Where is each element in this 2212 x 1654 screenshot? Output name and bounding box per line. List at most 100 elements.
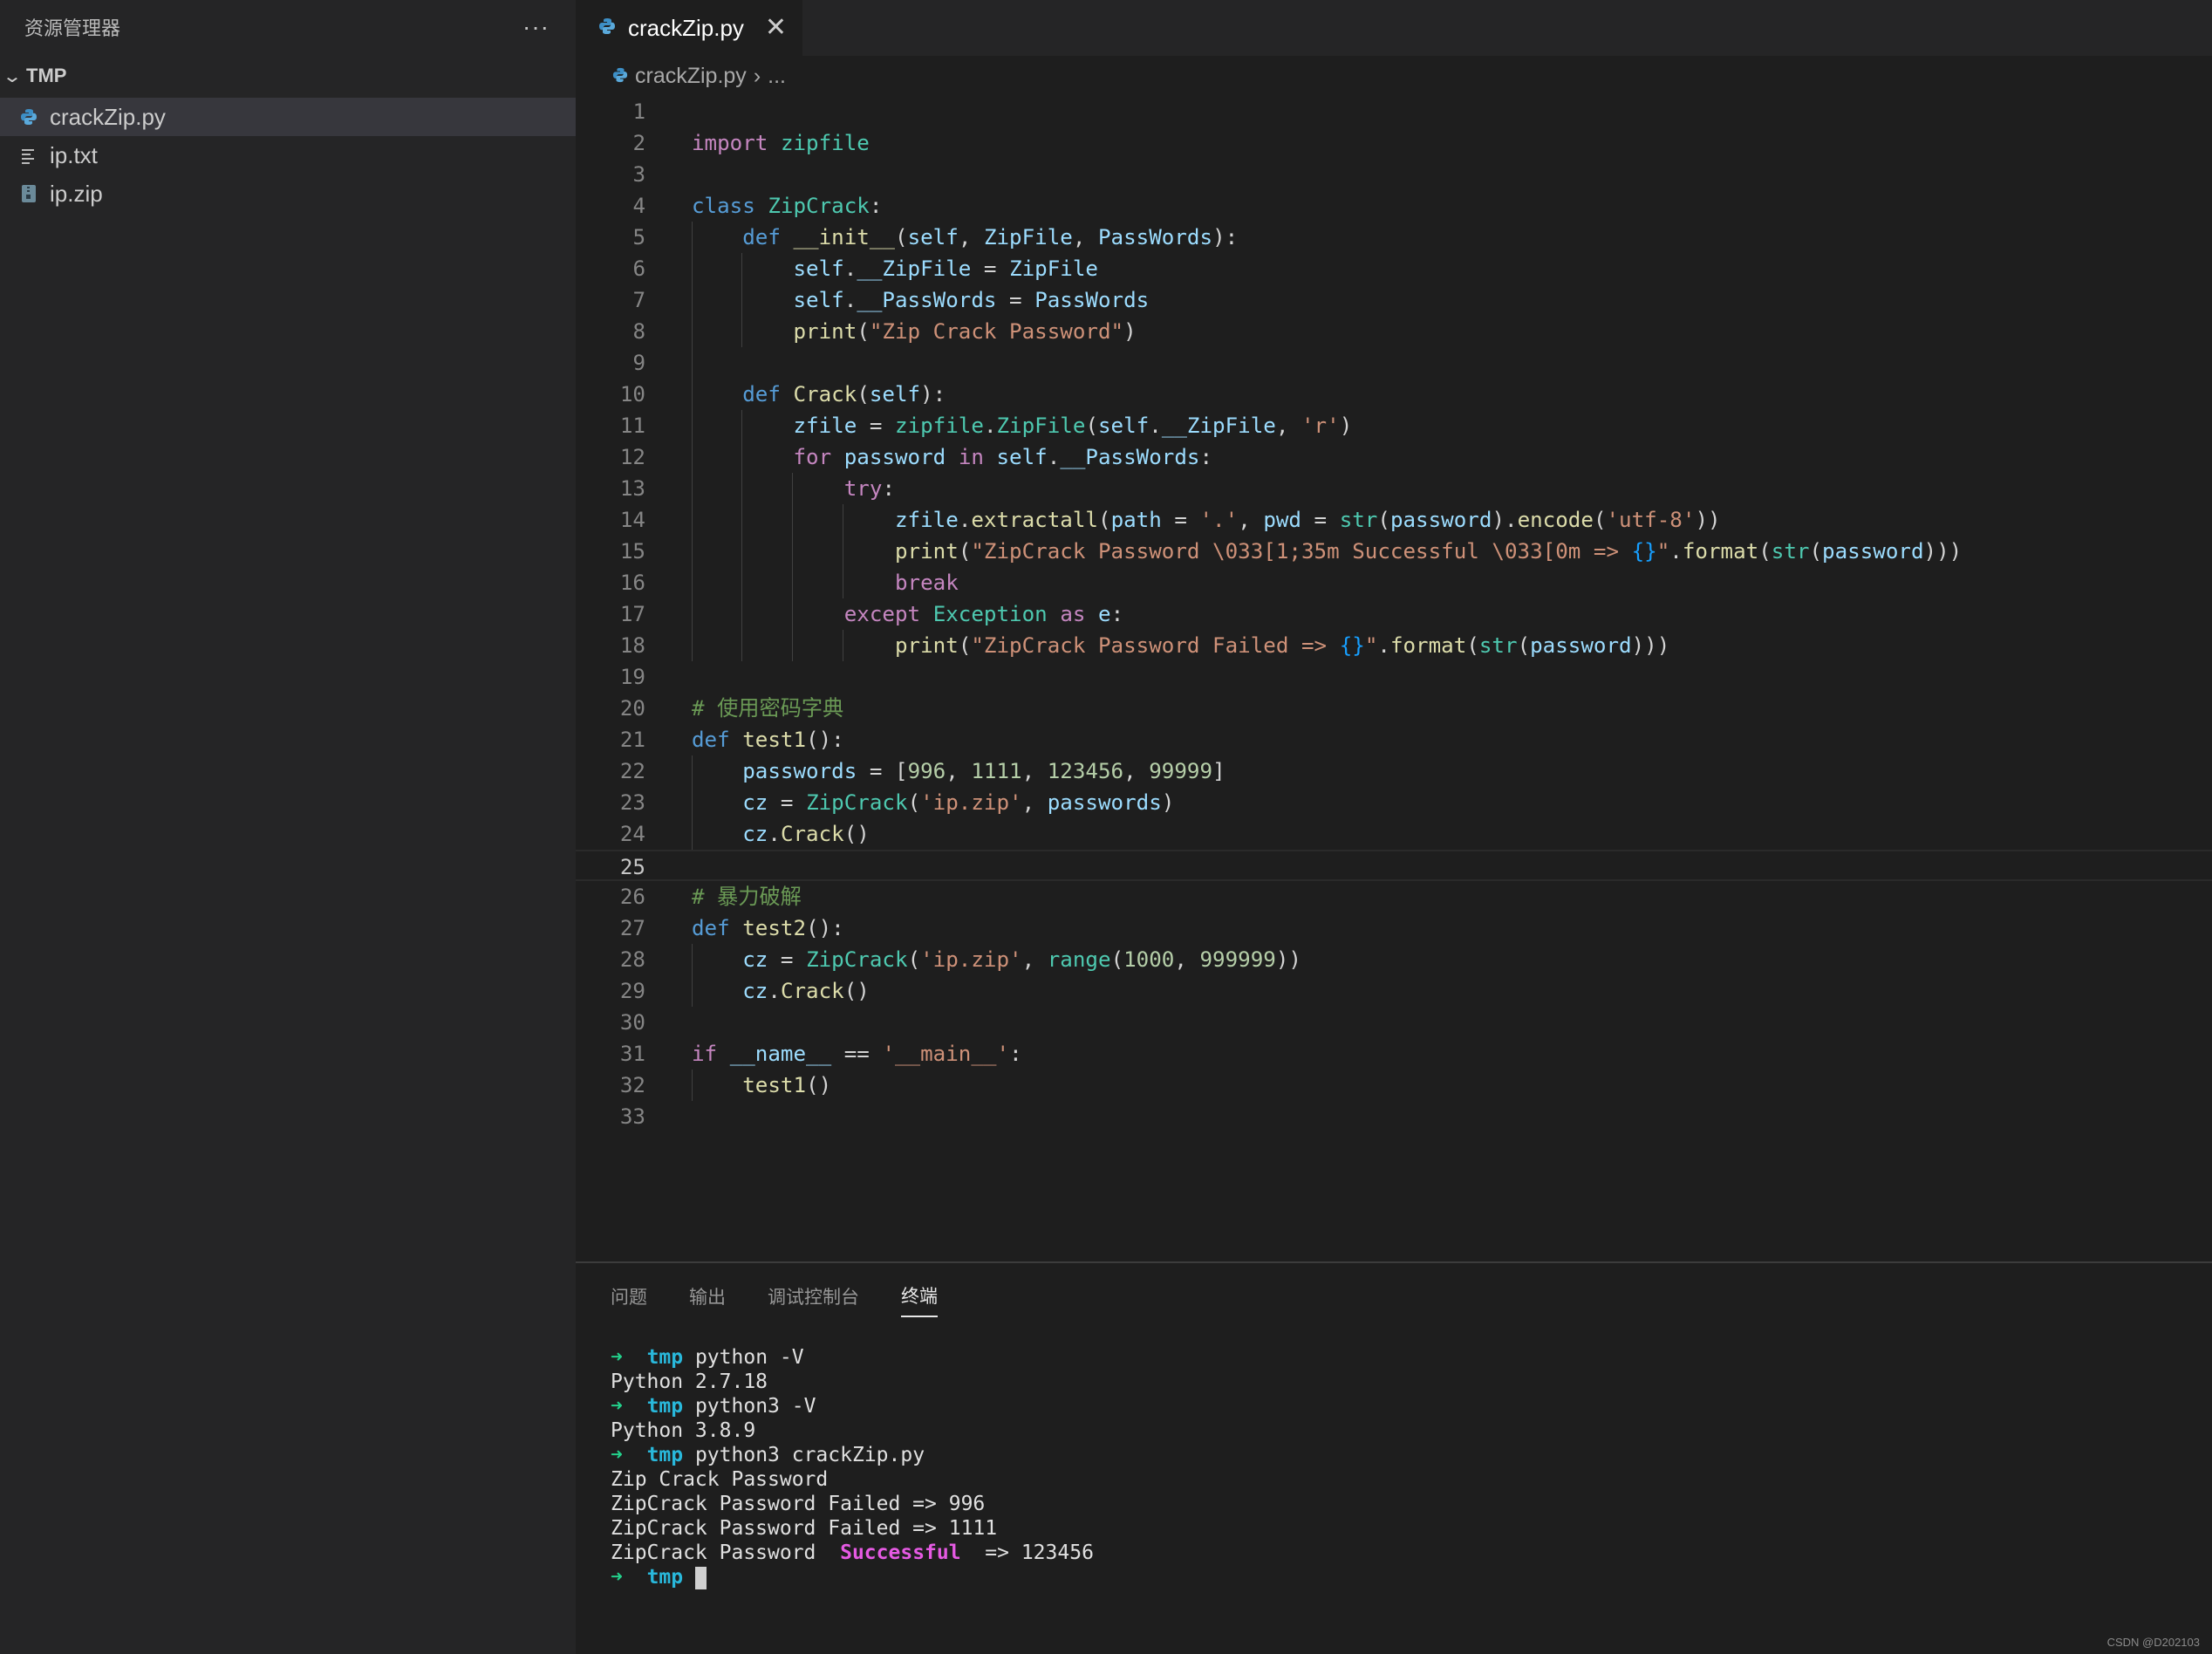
close-icon[interactable]: ✕: [765, 15, 787, 41]
code-line[interactable]: 11 zfile = zipfile.ZipFile(self.__ZipFil…: [576, 410, 2212, 441]
line-number: 2: [632, 131, 645, 155]
code-line[interactable]: 19: [576, 661, 2212, 693]
code-line[interactable]: 3: [576, 159, 2212, 190]
code-token: .: [958, 508, 972, 532]
code-line[interactable]: 7 self.__PassWords = PassWords: [576, 284, 2212, 316]
code-content: # 暴力破解: [692, 881, 802, 912]
code-line[interactable]: 28 cz = ZipCrack('ip.zip', range(1000, 9…: [576, 944, 2212, 975]
code-line[interactable]: 8 print("Zip Crack Password"): [576, 316, 2212, 347]
code-token: =: [768, 790, 807, 815]
panel-tab-1[interactable]: 输出: [689, 1275, 726, 1316]
code-line[interactable]: 15 print("ZipCrack Password \033[1;35m S…: [576, 536, 2212, 567]
file-label: crackZip.py: [50, 103, 166, 130]
code-token: (: [1758, 539, 1772, 564]
more-actions-icon[interactable]: ···: [522, 15, 550, 39]
code-token: ": [1364, 633, 1378, 658]
code-token: cz: [742, 790, 768, 815]
code-line[interactable]: 30: [576, 1007, 2212, 1038]
code-token: .: [768, 979, 781, 1003]
code-line[interactable]: 4 class ZipCrack:: [576, 190, 2212, 222]
code-line[interactable]: 1: [576, 96, 2212, 127]
file-label: ip.zip: [50, 180, 103, 207]
terminal-text: tmp: [646, 1566, 684, 1589]
panel-tab-2[interactable]: 调试控制台: [768, 1275, 859, 1316]
code-line[interactable]: 21 def test1():: [576, 724, 2212, 755]
file-item-ip-txt[interactable]: ip.txt: [0, 136, 576, 174]
code-line[interactable]: 10 def Crack(self):: [576, 379, 2212, 410]
prompt-arrow-icon: ➜: [611, 1346, 623, 1369]
code-token: ,: [1275, 414, 1301, 438]
code-token: as: [1060, 602, 1086, 626]
panel-tab-0[interactable]: 问题: [611, 1275, 647, 1316]
code-line[interactable]: 24 cz.Crack(): [576, 818, 2212, 850]
prompt-arrow-icon: ➜: [611, 1395, 623, 1418]
code-line[interactable]: 2 import zipfile: [576, 127, 2212, 159]
code-token: {}: [1339, 633, 1365, 658]
code-line[interactable]: 5 def __init__(self, ZipFile, PassWords)…: [576, 222, 2212, 253]
breadcrumb-symbols[interactable]: ...: [768, 64, 786, 89]
tab-crackzip[interactable]: crackZip.py ✕: [576, 0, 803, 56]
code-token: __ZipFile: [1161, 414, 1276, 438]
code-line[interactable]: 33: [576, 1101, 2212, 1132]
code-token: def: [692, 916, 730, 940]
code-line[interactable]: 20 # 使用密码字典: [576, 693, 2212, 724]
terminal-text: tmp: [646, 1444, 684, 1466]
code-content: class ZipCrack:: [692, 190, 882, 222]
code-token: (): [843, 822, 870, 846]
line-number: 13: [619, 476, 645, 501]
panel-tab-3[interactable]: 终端: [901, 1274, 938, 1317]
code-line[interactable]: 9: [576, 347, 2212, 379]
code-token: (: [1517, 633, 1531, 658]
code-line[interactable]: 26 # 暴力破解: [576, 881, 2212, 912]
code-token: for: [793, 445, 832, 469]
code-content: cz = ZipCrack('ip.zip', range(1000, 9999…: [692, 944, 1301, 975]
line-number: 8: [632, 319, 645, 344]
code-token: ==: [831, 1042, 883, 1066]
code-line[interactable]: 22 passwords = [996, 1111, 123456, 99999…: [576, 755, 2212, 787]
code-editor[interactable]: 1 2 import zipfile 3 4 class ZipCrack: 5 def _…: [576, 96, 2212, 1132]
code-token: str: [1771, 539, 1810, 564]
line-number: 22: [619, 759, 645, 783]
code-token: )): [1695, 508, 1721, 532]
code-line[interactable]: 12 for password in self.__PassWords:: [576, 441, 2212, 473]
code-token: :: [882, 476, 895, 501]
code-line[interactable]: 32 test1(): [576, 1070, 2212, 1101]
code-token: =: [1301, 508, 1340, 532]
code-token: (: [907, 790, 921, 815]
code-line[interactable]: 27 def test2():: [576, 912, 2212, 944]
code-line[interactable]: 23 cz = ZipCrack('ip.zip', passwords): [576, 787, 2212, 818]
code-token: .: [1149, 414, 1162, 438]
code-token: (: [1085, 414, 1098, 438]
code-line[interactable]: 13 try:: [576, 473, 2212, 504]
explorer-title: 资源管理器: [24, 18, 121, 40]
code-line[interactable]: 14 zfile.extractall(path = '.', pwd = st…: [576, 504, 2212, 536]
code-line[interactable]: 31 if __name__ == '__main__':: [576, 1038, 2212, 1070]
code-line[interactable]: 16 break: [576, 567, 2212, 598]
code-content: import zipfile: [692, 127, 870, 159]
code-line[interactable]: 18 print("ZipCrack Password Failed => {}…: [576, 630, 2212, 661]
code-line[interactable]: 25: [576, 850, 2212, 881]
line-number: 30: [619, 1010, 645, 1035]
folder-tmp[interactable]: ⌄ TMP: [0, 54, 576, 98]
code-token: 1111: [971, 759, 1022, 783]
file-item-crackzip-py[interactable]: crackZip.py: [0, 98, 576, 136]
code-token: ZipFile: [996, 414, 1086, 438]
terminal-line: Python 3.8.9: [611, 1418, 1094, 1443]
breadcrumb-file[interactable]: crackZip.py: [635, 64, 747, 89]
code-content: def test2():: [692, 912, 844, 944]
code-token: "Zip Crack Password": [869, 319, 1124, 344]
code-line[interactable]: 6 self.__ZipFile = ZipFile: [576, 253, 2212, 284]
line-number: 9: [632, 351, 645, 375]
code-token: ,: [1021, 759, 1048, 783]
code-line[interactable]: 29 cz.Crack(): [576, 975, 2212, 1007]
code-content: # 使用密码字典: [692, 693, 843, 724]
terminal-output[interactable]: ➜ tmp python -V Python 2.7.18 ➜ tmp python…: [611, 1345, 1094, 1589]
file-item-ip-zip[interactable]: ip.zip: [0, 174, 576, 213]
code-line[interactable]: 17 except Exception as e:: [576, 598, 2212, 630]
code-token: ,: [1174, 947, 1200, 972]
terminal-line: Zip Crack Password: [611, 1467, 1094, 1492]
